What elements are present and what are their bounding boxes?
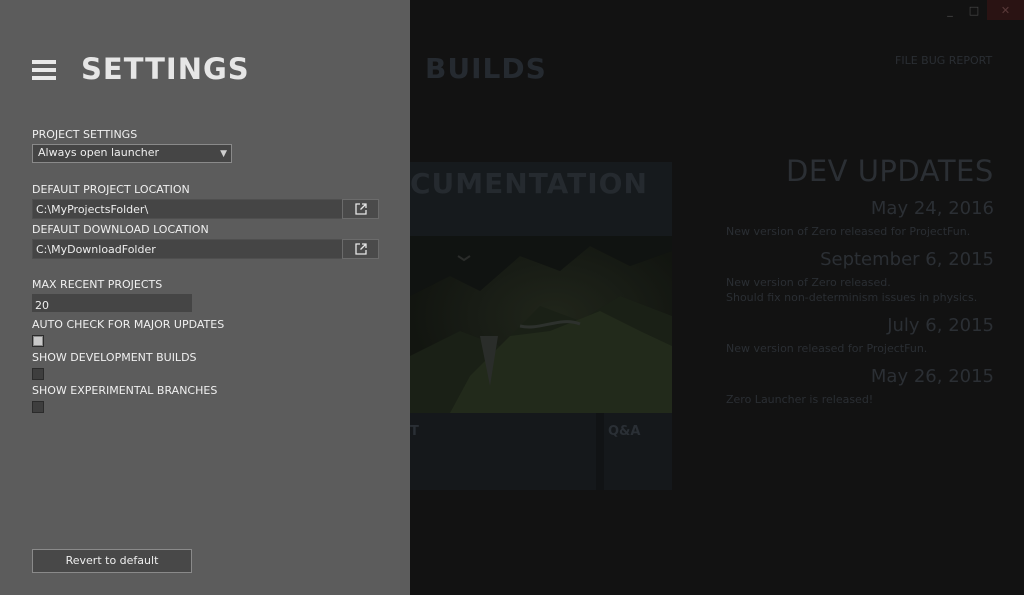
revert-to-default-button[interactable]: Revert to default [32,549,192,573]
default-download-location-field[interactable] [32,239,344,259]
tiles-row: T Q&A [410,413,672,490]
featured-landscape-image[interactable] [410,236,672,413]
default-project-location-input[interactable] [33,200,336,218]
auto-check-updates-checkbox[interactable] [32,335,44,347]
update-text: New version released for ProjectFun. [726,342,928,355]
update-text: New version of Zero released for Project… [726,225,971,238]
builds-tab-title[interactable]: BUILDS [425,52,547,85]
tile-qa[interactable]: Q&A [604,413,672,490]
show-dev-builds-checkbox[interactable] [32,368,44,380]
auto-check-updates-label: AUTO CHECK FOR MAJOR UPDATES [32,318,225,331]
max-recent-projects-input[interactable] [32,296,190,315]
default-download-location-label: DEFAULT DOWNLOAD LOCATION [32,223,209,236]
max-recent-projects-label: MAX RECENT PROJECTS [32,278,163,291]
update-date: May 26, 2015 [870,366,994,387]
settings-panel: SETTINGS PROJECT SETTINGS Always open la… [0,0,410,595]
project-settings-dropdown[interactable]: Always open launcher ▼ [32,144,232,163]
default-project-location-label: DEFAULT PROJECT LOCATION [32,183,190,196]
update-text: New version of Zero released. [726,276,891,289]
update-text: Should fix non-determinism issues in phy… [726,291,978,304]
minimize-button[interactable]: _ [940,0,960,20]
browse-download-location-button[interactable] [342,239,379,259]
tile-a-label: T [410,424,419,439]
open-external-icon [354,243,367,255]
dev-updates-title: DEV UPDATES [786,154,994,188]
default-project-location-field[interactable] [32,199,344,219]
open-external-icon [354,203,367,215]
menu-bar [32,76,56,80]
menu-bar [32,60,56,64]
file-bug-report-link[interactable]: FILE BUG REPORT [895,54,992,67]
show-experimental-label: SHOW EXPERIMENTAL BRANCHES [32,384,218,397]
show-experimental-checkbox[interactable] [32,401,44,413]
browse-project-location-button[interactable] [342,199,379,219]
tile-a[interactable]: T [410,413,596,490]
update-text: Zero Launcher is released! [726,393,874,406]
project-settings-value: Always open launcher [38,146,160,159]
hamburger-menu-icon[interactable] [32,60,56,80]
show-dev-builds-label: SHOW DEVELOPMENT BUILDS [32,351,197,364]
tile-qa-label: Q&A [608,424,641,439]
default-download-location-input[interactable] [33,240,336,258]
menu-bar [32,68,56,72]
update-date: July 6, 2015 [887,315,994,336]
chevron-down-icon: ▼ [220,149,227,159]
close-button[interactable]: ✕ [987,0,1024,20]
project-settings-label: PROJECT SETTINGS [32,128,138,141]
landscape-art [410,236,672,413]
update-date: September 6, 2015 [820,249,994,270]
max-recent-projects-field[interactable] [32,294,192,315]
documentation-banner[interactable]: CUMENTATION [410,162,672,236]
settings-title: SETTINGS [81,52,250,86]
update-date: May 24, 2016 [870,198,994,219]
documentation-banner-label: CUMENTATION [410,167,648,200]
maximize-button[interactable]: □ [964,0,984,20]
